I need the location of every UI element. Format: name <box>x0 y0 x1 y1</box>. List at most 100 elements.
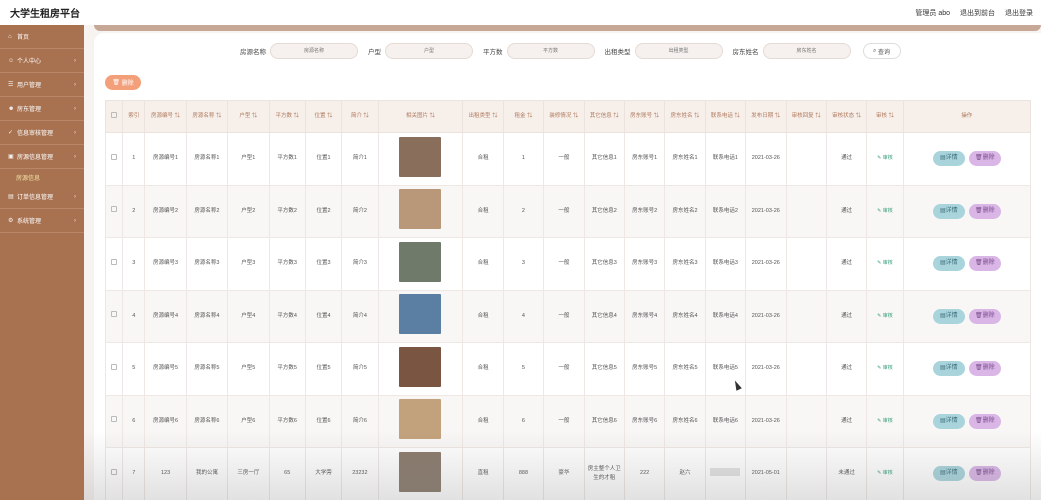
audit-link[interactable]: ✎ 审核 <box>877 260 893 266</box>
cell-decoration: 豪华 <box>543 447 585 500</box>
col-header[interactable]: 出租类型 ⇅ <box>462 100 504 133</box>
cell-audit-reply <box>785 237 827 291</box>
col-header[interactable]: 位置 ⇅ <box>304 100 343 133</box>
cell-index: 2 <box>122 184 146 238</box>
row-checkbox[interactable] <box>104 447 124 500</box>
search-button[interactable]: ⌕ 查询 <box>862 43 901 59</box>
listing-photo[interactable] <box>399 346 442 387</box>
cell-landlord-account: 房东账号6 <box>623 394 666 448</box>
col-header[interactable]: 其它信息 ⇅ <box>583 100 625 133</box>
detail-label: 详情 <box>945 260 958 267</box>
cell-index: 1 <box>122 132 146 186</box>
cell-publish-date: 2021-03-26 <box>745 237 787 291</box>
cell-audit-action: ✎ 审核 <box>866 342 904 396</box>
cell-area: 平方数1 <box>268 132 306 186</box>
sidebar-item-audit[interactable]: ✓ 信息审核管理 › <box>0 121 84 145</box>
search-input-type[interactable] <box>385 43 473 59</box>
col-header[interactable]: 平方数 ⇅ <box>268 100 306 133</box>
col-header[interactable]: 租金 ⇅ <box>502 100 545 133</box>
cell-audit-reply <box>785 289 827 343</box>
col-header[interactable]: 审核 ⇅ <box>866 100 904 133</box>
batch-delete-button[interactable]: 🗑 删除 <box>105 75 141 90</box>
delete-button[interactable]: 🗑 删除 <box>968 308 1001 324</box>
cell-location: 位置5 <box>304 342 343 396</box>
detail-button[interactable]: ▤ 详情 <box>932 413 965 429</box>
delete-button[interactable]: 🗑 删除 <box>968 413 1001 429</box>
cell-audit-reply <box>785 132 827 186</box>
col-header[interactable]: 户型 ⇅ <box>227 100 270 133</box>
row-checkbox[interactable] <box>104 289 124 343</box>
listing-photo[interactable] <box>399 136 442 177</box>
sidebar-item-home[interactable]: ⌂ 首页 <box>0 25 84 49</box>
col-header[interactable]: 简介 ⇅ <box>341 100 379 133</box>
detail-button[interactable]: ▤ 详情 <box>932 466 965 482</box>
listing-photo[interactable] <box>399 294 442 335</box>
delete-button[interactable]: 🗑 删除 <box>968 256 1001 272</box>
audit-link[interactable]: ✎ 审核 <box>877 470 893 476</box>
cell-operations: ▤ 详情 🗑 删除 <box>902 394 1032 448</box>
sidebar-item-profile[interactable]: ☺ 个人中心 › <box>0 49 84 73</box>
search-input-area[interactable] <box>506 43 595 59</box>
col-header[interactable]: 房源编号 ⇅ <box>144 100 187 133</box>
cell-other-info: 房主整个人卫生的才租 <box>583 447 625 500</box>
search-input-landlord[interactable] <box>762 43 851 59</box>
select-all-checkbox[interactable] <box>104 100 124 133</box>
detail-label: 详情 <box>945 417 958 424</box>
sidebar-item-listings[interactable]: ▣ 房源信息管理 › <box>0 145 84 169</box>
row-checkbox[interactable] <box>104 394 124 448</box>
listing-photo[interactable] <box>399 399 442 440</box>
audit-link[interactable]: ✎ 审核 <box>877 155 893 161</box>
listing-photo[interactable] <box>399 189 442 230</box>
logout-link[interactable]: 退出登录 <box>1005 8 1033 18</box>
sidebar-item-orders[interactable]: ▤ 订单信息管理 › <box>0 185 84 209</box>
cell-operations: ▤ 详情 🗑 删除 <box>902 289 1032 343</box>
col-header[interactable]: 装修情况 ⇅ <box>543 100 585 133</box>
delete-button[interactable]: 🗑 删除 <box>968 203 1001 219</box>
col-header[interactable]: 房源名称 ⇅ <box>185 100 229 133</box>
audit-link[interactable]: ✎ 审核 <box>877 365 893 371</box>
delete-label: 删除 <box>982 365 995 372</box>
row-checkbox[interactable] <box>104 237 124 291</box>
col-header[interactable]: 相关图片 ⇅ <box>377 100 464 133</box>
audit-link[interactable]: ✎ 审核 <box>877 208 893 214</box>
table-row: 1 房源编号1 房源名称1 户型1 平方数1 位置1 简介1 合租 1 一般 其它信息1 房东账号1 房… <box>104 132 1032 186</box>
col-header[interactable]: 审核状态 ⇅ <box>825 100 868 133</box>
delete-button[interactable]: 🗑 删除 <box>968 151 1001 167</box>
to-front-link[interactable]: 退出到前台 <box>960 8 995 18</box>
audit-link[interactable]: ✎ 审核 <box>877 313 893 319</box>
row-checkbox[interactable] <box>104 132 124 186</box>
col-header[interactable]: 发布日期 ⇅ <box>745 100 787 133</box>
cell-layout: 户型4 <box>227 289 270 343</box>
search-input-name[interactable] <box>270 43 358 59</box>
cell-listing-code: 房源编号3 <box>144 237 187 291</box>
cell-phone: 联系电话1 <box>704 132 747 186</box>
cell-operations: ▤ 详情 🗑 删除 <box>902 237 1032 291</box>
chevron-right-icon: › <box>74 57 76 64</box>
sidebar-item-label: 信息审核管理 <box>17 131 54 137</box>
detail-button[interactable]: ▤ 详情 <box>932 308 965 324</box>
delete-button[interactable]: 🗑 删除 <box>968 361 1001 377</box>
cell-operations: ▤ 详情 🗑 删除 <box>902 447 1032 500</box>
sidebar-item-landlords[interactable]: ☻ 房东管理 › <box>0 97 84 121</box>
col-header[interactable]: 房东姓名 ⇅ <box>664 100 706 133</box>
listing-photo[interactable] <box>399 451 442 492</box>
cell-audit-status: 通过 <box>825 237 868 291</box>
detail-button[interactable]: ▤ 详情 <box>932 203 965 219</box>
col-header[interactable]: 房东账号 ⇅ <box>623 100 666 133</box>
col-header[interactable]: 审核回复 ⇅ <box>785 100 827 133</box>
row-checkbox[interactable] <box>104 342 124 396</box>
detail-button[interactable]: ▤ 详情 <box>932 151 965 167</box>
search-input-rent-type[interactable] <box>634 43 723 59</box>
sidebar-item-users[interactable]: ☰ 用户管理 › <box>0 73 84 97</box>
listing-photo[interactable] <box>399 241 442 282</box>
row-checkbox[interactable] <box>104 184 124 238</box>
detail-button[interactable]: ▤ 详情 <box>932 256 965 272</box>
detail-label: 详情 <box>945 207 958 214</box>
delete-button[interactable]: 🗑 删除 <box>968 466 1001 482</box>
col-header[interactable]: 联系电话 ⇅ <box>704 100 747 133</box>
sidebar-item-system[interactable]: ⚙ 系统管理 › <box>0 209 84 233</box>
sidebar-subitem-listing-info[interactable]: 房源信息 <box>0 169 84 185</box>
trash-icon: 🗑 <box>112 80 122 86</box>
audit-link[interactable]: ✎ 审核 <box>877 418 893 424</box>
detail-button[interactable]: ▤ 详情 <box>932 361 965 377</box>
